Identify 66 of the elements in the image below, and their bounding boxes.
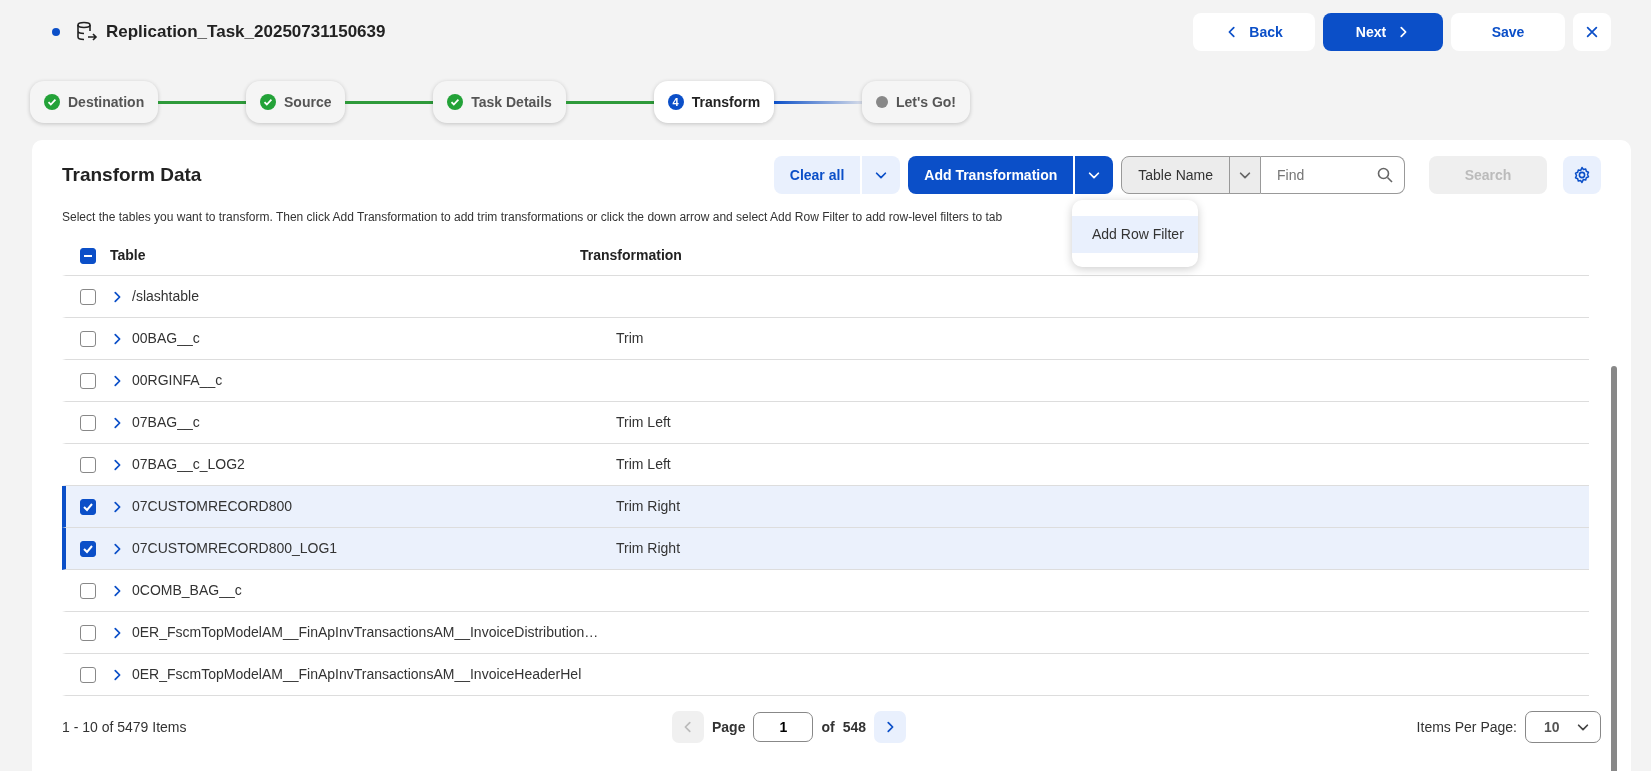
description-text: Select the tables you want to transform. Then click Add Transformation to add trim transformations or click the down arrow and select Add Row Filter to add row-level filters to tab — [62, 209, 1004, 226]
row-checkbox[interactable] — [80, 330, 96, 347]
settings-button[interactable] — [1563, 156, 1601, 194]
transformation-cell-text: Trim — [616, 329, 644, 348]
table-name-cell-text: 07CUSTOMRECORD800 — [132, 497, 293, 516]
row-checkbox[interactable] — [80, 414, 96, 431]
table-name-cell-text: 0ER_FscmTopModelAM__FinApInvTransactionsAM__InvoiceHeaderHel — [132, 665, 583, 684]
column-header: Table — [110, 246, 147, 265]
clear-all-button[interactable]: Clear all — [773, 156, 861, 194]
row-checkbox[interactable] — [80, 456, 96, 473]
settings-icon — [1573, 166, 1591, 184]
check-icon — [83, 543, 93, 554]
items-per-page-dropdown[interactable]: 10 — [1525, 711, 1601, 743]
of-label: of — [821, 717, 835, 737]
check-circle-icon — [260, 94, 276, 110]
add-transformation-button[interactable]: Add Transformation — [908, 156, 1074, 194]
next-button[interactable]: Next — [1323, 13, 1443, 51]
dropdown-button[interactable] — [1075, 156, 1114, 194]
transformation-cell-text: Trim Right — [616, 539, 681, 558]
table-name-cell-text: 07CUSTOMRECORD800_LOG1 — [132, 539, 339, 558]
find-field[interactable]: Find — [1261, 156, 1405, 194]
transformation-cell-text: Trim Left — [616, 413, 671, 432]
step-tab[interactable]: Source — [246, 81, 346, 123]
menu-item[interactable]: Add Row Filter — [1072, 216, 1198, 253]
table-name-cell-text: 00BAG__c — [132, 329, 201, 348]
row-checkbox[interactable] — [80, 498, 96, 515]
table-name-cell-text: 0ER_FscmTopModelAM__FinApInvTransactionsAM__InvoiceDistribution… — [132, 623, 600, 642]
filter-dropdown[interactable]: Table Name — [1121, 156, 1261, 194]
items-per-page-label: Items Per Page: — [1416, 717, 1517, 737]
table-name-cell-text: 00RGINFA__c — [132, 371, 224, 390]
row-checkbox[interactable] — [80, 540, 96, 557]
step-tab[interactable]: 4 Transform — [653, 81, 775, 123]
items-summary: 1 - 10 of 5479 Items — [62, 717, 188, 737]
table-name-cell-text: 07BAG__c_LOG2 — [132, 455, 246, 474]
panel-title: Transform Data — [62, 162, 202, 187]
circle-icon — [875, 96, 888, 108]
column-header: Transformation — [580, 246, 682, 265]
close-button[interactable] — [1573, 13, 1611, 51]
page-total: 548 — [842, 717, 867, 737]
task-title: Replication_Task_20250731150639 — [106, 21, 386, 44]
search-icon — [1377, 167, 1393, 183]
check-circle-icon — [447, 94, 464, 110]
transformation-cell-text: Trim Right — [616, 497, 681, 516]
page-field[interactable]: 1 — [753, 712, 814, 742]
select-all-checkbox[interactable] — [80, 247, 96, 264]
save-button[interactable]: Save — [1451, 13, 1565, 51]
table-name-cell-text: 0COMB_BAG__c — [132, 581, 243, 600]
row-checkbox[interactable] — [80, 666, 96, 683]
step-tab[interactable]: Task Details — [433, 81, 566, 123]
row-checkbox[interactable] — [80, 288, 96, 305]
transformation-cell-text: Trim Left — [616, 455, 671, 474]
step-tab[interactable]: Let's Go! — [861, 81, 970, 123]
close-icon — [1585, 25, 1599, 39]
table-name-cell-text: /slashtable — [132, 287, 200, 306]
step-tab[interactable]: Destination — [30, 81, 159, 123]
back-button[interactable]: Back — [1193, 13, 1315, 51]
status-dot — [52, 28, 60, 36]
table-name-cell-text: 07BAG__c — [132, 413, 201, 432]
row-checkbox[interactable] — [80, 582, 96, 599]
row-checkbox[interactable] — [80, 372, 96, 389]
check-circle-icon — [44, 94, 60, 110]
row-checkbox[interactable] — [80, 624, 96, 641]
database-icon — [76, 21, 98, 43]
page-label: Page — [712, 717, 746, 737]
check-icon — [83, 501, 93, 512]
step-number: 4 — [667, 94, 684, 110]
